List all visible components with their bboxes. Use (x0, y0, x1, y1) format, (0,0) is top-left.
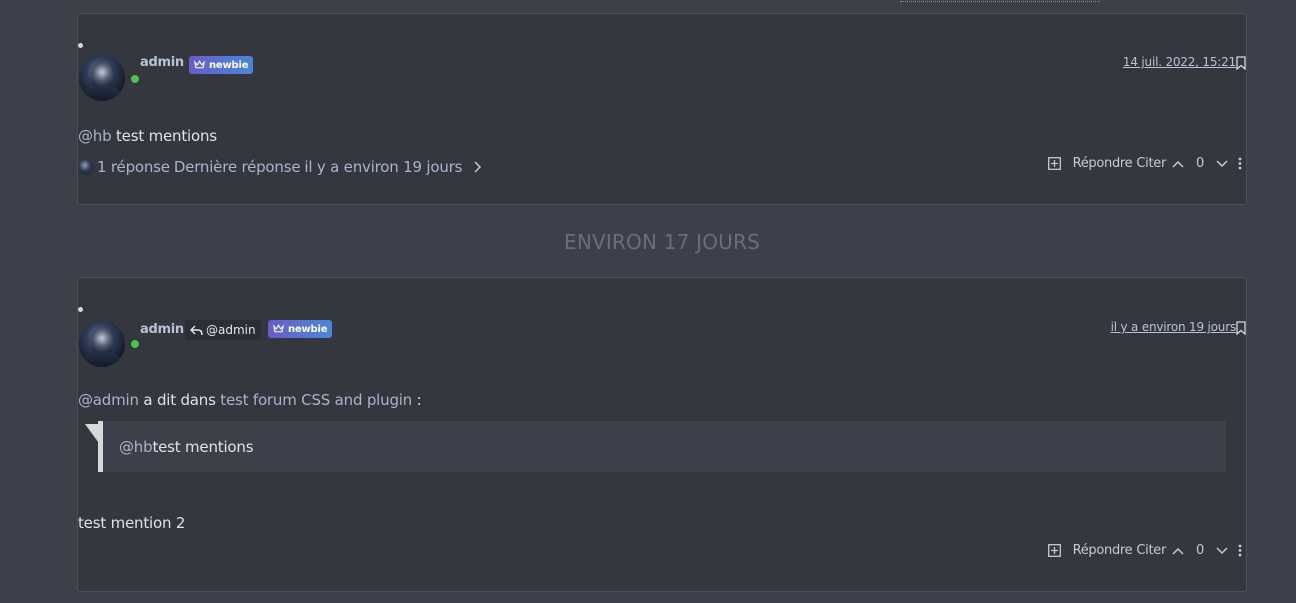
list-bullet (78, 307, 83, 312)
quote-intro: @admin a dit dans test forum CSS and plu… (78, 391, 422, 409)
avatar[interactable] (79, 321, 125, 367)
badge-label: newbie (288, 323, 328, 335)
reply-arrow-icon (190, 325, 203, 335)
bookmark-icon[interactable] (1236, 56, 1246, 70)
time-divider: ENVIRON 17 JOURS (563, 230, 760, 254)
last-reply-time: il y a environ 19 jours (304, 158, 463, 176)
chevron-up-icon[interactable] (1172, 547, 1184, 555)
post-content: @hb test mentions (78, 127, 217, 145)
crown-icon (194, 60, 205, 69)
vote-count: 0 (1196, 543, 1204, 558)
quote-intro-suffix: : (412, 391, 422, 409)
post-actions: Répondre Citer 0 (1047, 156, 1242, 171)
reply-to-user: @admin (206, 323, 256, 337)
post-text: test mentions (111, 127, 217, 145)
vote-count: 0 (1196, 156, 1204, 171)
quote-text: test mentions (152, 437, 254, 456)
post-content: test mention 2 (78, 514, 186, 532)
chevron-right-icon (474, 161, 482, 173)
reply-count: 1 réponse (97, 158, 170, 176)
chevron-down-icon[interactable] (1216, 546, 1228, 555)
post-timestamp[interactable]: 14 juil. 2022, 15:21 (1123, 55, 1236, 69)
chevron-down-icon[interactable] (1216, 159, 1228, 168)
crown-icon (273, 324, 284, 333)
online-status-dot (130, 74, 140, 84)
previous-post-edge (900, 0, 1100, 2)
plus-square-icon[interactable] (1047, 544, 1061, 557)
badge-label: newbie (209, 59, 249, 71)
user-mention[interactable]: @admin (78, 391, 139, 409)
quote-button[interactable]: Citer (1136, 543, 1166, 558)
quote-intro-text: a dit dans (138, 391, 221, 409)
username-link[interactable]: admin (140, 322, 184, 337)
topic-link[interactable]: test forum CSS and plugin (220, 391, 412, 409)
post-actions: Répondre Citer 0 (1047, 543, 1242, 558)
blockquote: @hb test mentions (98, 421, 1226, 472)
user-mention[interactable]: @hb (78, 127, 112, 145)
chevron-up-icon[interactable] (1172, 160, 1184, 168)
reply-avatar (78, 159, 93, 175)
username-link[interactable]: admin (140, 55, 184, 70)
quote-corner-icon (85, 424, 101, 446)
list-bullet (78, 43, 83, 48)
bookmark-icon[interactable] (1236, 321, 1246, 335)
reply-to-link[interactable]: @admin (185, 320, 261, 340)
user-group-badge[interactable]: newbie (189, 56, 254, 74)
reply-button[interactable]: Répondre (1073, 543, 1133, 558)
post-timestamp[interactable]: il y a environ 19 jours (1111, 320, 1237, 334)
plus-square-icon[interactable] (1047, 157, 1061, 170)
online-status-dot (130, 339, 140, 349)
more-options-icon[interactable] (1238, 157, 1242, 170)
quote-button[interactable]: Citer (1136, 156, 1166, 171)
post-card: admin @admin newbie il y a environ 19 jo… (77, 277, 1247, 592)
reply-button[interactable]: Répondre (1073, 156, 1133, 171)
user-mention[interactable]: @hb (119, 438, 153, 456)
more-options-icon[interactable] (1238, 544, 1242, 557)
user-group-badge[interactable]: newbie (268, 320, 333, 338)
last-reply-label: Dernière réponse (173, 158, 301, 176)
avatar[interactable] (79, 55, 125, 101)
post-card: admin newbie 14 juil. 2022, 15:21 @hb te… (77, 13, 1247, 205)
replies-summary[interactable]: 1 réponse Dernière réponse il y a enviro… (78, 158, 482, 176)
